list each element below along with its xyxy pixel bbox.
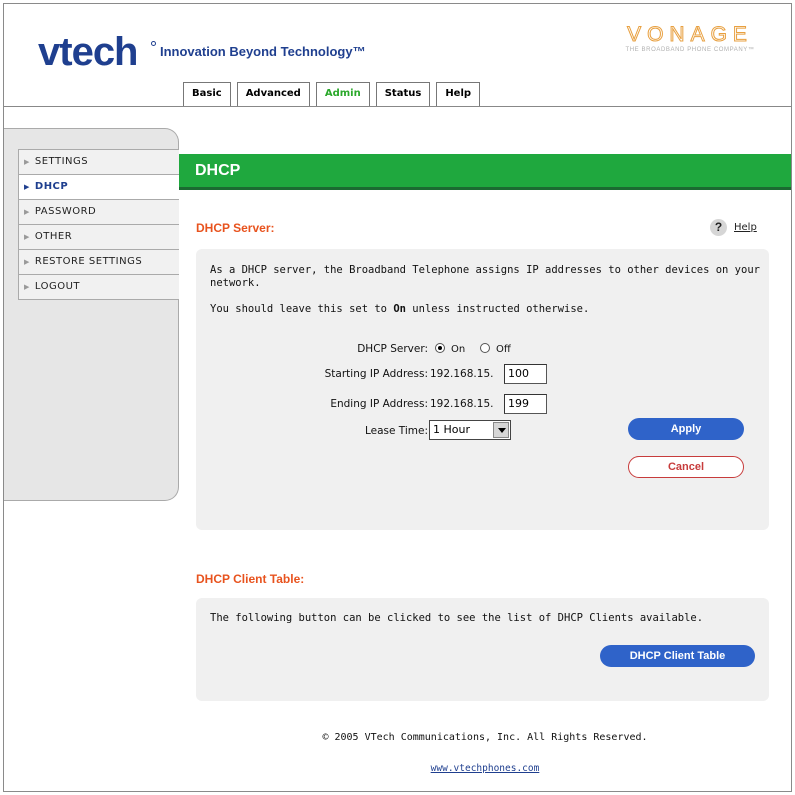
advice-prefix: You should leave this set to [210, 303, 394, 315]
sidebar-item-dhcp[interactable]: ▶ DHCP [18, 175, 179, 200]
apply-button[interactable]: Apply [628, 418, 744, 440]
help-icon[interactable]: ? [710, 219, 727, 236]
vtech-logo: vtech [38, 30, 138, 74]
arrow-right-icon: ▶ [24, 208, 30, 216]
sidebar-item-restore-settings[interactable]: ▶ RESTORE SETTINGS [18, 250, 179, 275]
vonage-slogan: THE BROADBAND PHONE COMPANY™ [625, 47, 755, 53]
dhcp-off-label: Off [496, 344, 511, 355]
dhcp-client-table-button[interactable]: DHCP Client Table [600, 645, 755, 667]
dhcp-server-description: As a DHCP server, the Broadband Telephon… [210, 264, 760, 289]
sidebar-item-label: OTHER [34, 231, 73, 242]
registered-mark-icon [151, 41, 156, 46]
sidebar-item-settings[interactable]: ▶ SETTINGS [18, 150, 179, 175]
end-ip-prefix: 192.168.15. [430, 398, 494, 410]
cancel-button[interactable]: Cancel [628, 456, 744, 478]
arrow-right-icon: ▶ [24, 233, 30, 241]
dhcp-on-label: On [451, 344, 466, 355]
start-ip-input[interactable]: 100 [504, 364, 547, 384]
arrow-right-icon: ▶ [24, 283, 30, 291]
vtechphones-link[interactable]: www.vtechphones.com [179, 763, 791, 774]
arrow-right-icon: ▶ [24, 258, 30, 266]
chevron-down-icon[interactable] [493, 422, 509, 438]
advice-suffix: unless instructed otherwise. [405, 303, 590, 315]
sidebar-item-logout[interactable]: ▶ LOGOUT [18, 275, 179, 300]
lease-time-label: Lease Time: [364, 425, 428, 437]
tab-help[interactable]: Help [436, 82, 481, 106]
tab-admin[interactable]: Admin [315, 82, 370, 107]
dhcp-server-panel [196, 249, 769, 530]
sidebar-nav: ▶ SETTINGS ▶ DHCP ▶ PASSWORD ▶ OTHER ▶ R… [18, 149, 179, 300]
sidebar-item-password[interactable]: ▶ PASSWORD [18, 200, 179, 225]
dhcp-server-label: DHCP Server: [357, 343, 428, 355]
end-ip-input[interactable]: 199 [504, 394, 547, 414]
header-divider [4, 106, 791, 107]
vonage-logo: VONAGE THE BROADBAND PHONE COMPANY™ [605, 23, 775, 53]
tagline: Innovation Beyond Technology™ [160, 44, 366, 59]
start-ip-label: Starting IP Address: [324, 368, 428, 380]
page-title: DHCP [195, 162, 241, 179]
help-link[interactable]: Help [734, 222, 757, 233]
tab-status[interactable]: Status [375, 82, 431, 106]
tab-advanced[interactable]: Advanced [236, 82, 310, 106]
sidebar-item-label: PASSWORD [34, 206, 97, 217]
help-control: ? Help [710, 219, 757, 236]
start-ip-prefix: 192.168.15. [430, 368, 494, 380]
dhcp-client-table-heading: DHCP Client Table: [196, 572, 305, 586]
end-ip-label: Ending IP Address: [330, 398, 428, 410]
dhcp-server-heading: DHCP Server: [196, 221, 275, 235]
page-title-bar: DHCP [179, 154, 791, 190]
dhcp-on-radio[interactable] [435, 343, 445, 353]
arrow-right-icon: ▶ [24, 158, 30, 166]
sidebar-item-label: LOGOUT [34, 281, 81, 292]
vonage-wordmark: VONAGE [627, 23, 753, 46]
dhcp-off-radio[interactable] [480, 343, 490, 353]
lease-time-select[interactable]: 1 Hour [429, 420, 511, 440]
advice-bold: On [393, 303, 406, 315]
copyright-text: © 2005 VTech Communications, Inc. All Ri… [322, 732, 648, 743]
lease-time-value: 1 Hour [433, 423, 470, 436]
tab-basic[interactable]: Basic [183, 82, 231, 106]
sidebar-item-label: DHCP [34, 181, 69, 192]
dhcp-client-description: The following button can be clicked to s… [210, 612, 704, 624]
sidebar-item-label: SETTINGS [34, 156, 89, 167]
sidebar-item-other[interactable]: ▶ OTHER [18, 225, 179, 250]
sidebar-item-label: RESTORE SETTINGS [34, 256, 143, 267]
top-nav-tabs: Basic Advanced Admin Status Help [183, 82, 481, 107]
dhcp-server-advice: You should leave this set to On unless i… [210, 303, 760, 316]
arrow-right-icon: ▶ [24, 183, 30, 191]
